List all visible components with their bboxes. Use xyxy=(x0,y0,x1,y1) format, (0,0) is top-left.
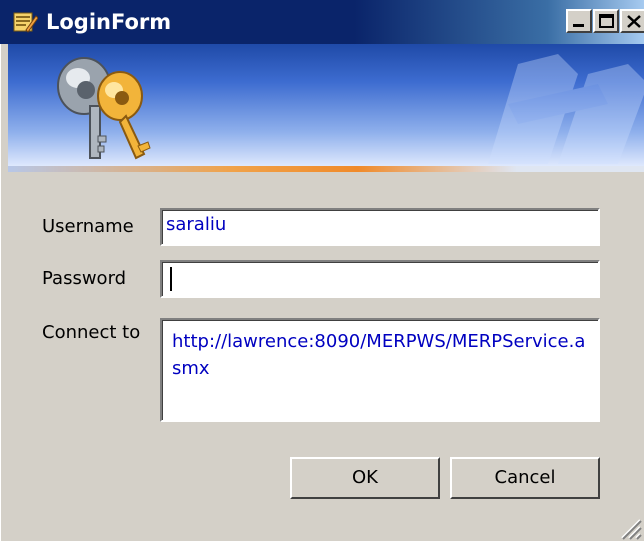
maximize-button[interactable] xyxy=(593,9,619,33)
username-input[interactable]: saraliu xyxy=(160,208,600,246)
username-value: saraliu xyxy=(166,214,227,235)
login-window: LoginForm Username saraliu Password Conn… xyxy=(0,0,644,541)
banner-divider xyxy=(8,166,644,172)
form-icon xyxy=(13,12,38,33)
ok-button[interactable]: OK xyxy=(290,457,440,499)
resize-grip-icon[interactable] xyxy=(616,514,642,540)
connect-url-value: http://lawrence:8090/MERPWS/MERPService.… xyxy=(172,331,586,379)
title-bar[interactable]: LoginForm xyxy=(0,0,644,44)
minimize-icon xyxy=(573,24,584,27)
text-caret xyxy=(170,267,172,291)
keys-watermark xyxy=(488,54,644,164)
maximize-icon xyxy=(599,14,614,28)
minimize-button[interactable] xyxy=(566,9,592,33)
window-frame xyxy=(0,44,8,541)
close-button[interactable] xyxy=(620,9,644,33)
keys-icon xyxy=(57,57,151,160)
connect-url-input[interactable]: http://lawrence:8090/MERPWS/MERPService.… xyxy=(160,318,600,422)
username-label: Username xyxy=(42,216,134,237)
banner xyxy=(8,44,644,170)
password-label: Password xyxy=(42,268,127,289)
window-title: LoginForm xyxy=(46,10,172,34)
cancel-button[interactable]: Cancel xyxy=(450,457,600,499)
password-input[interactable] xyxy=(160,260,600,298)
connect-label: Connect to xyxy=(42,322,141,343)
close-icon xyxy=(627,15,641,28)
